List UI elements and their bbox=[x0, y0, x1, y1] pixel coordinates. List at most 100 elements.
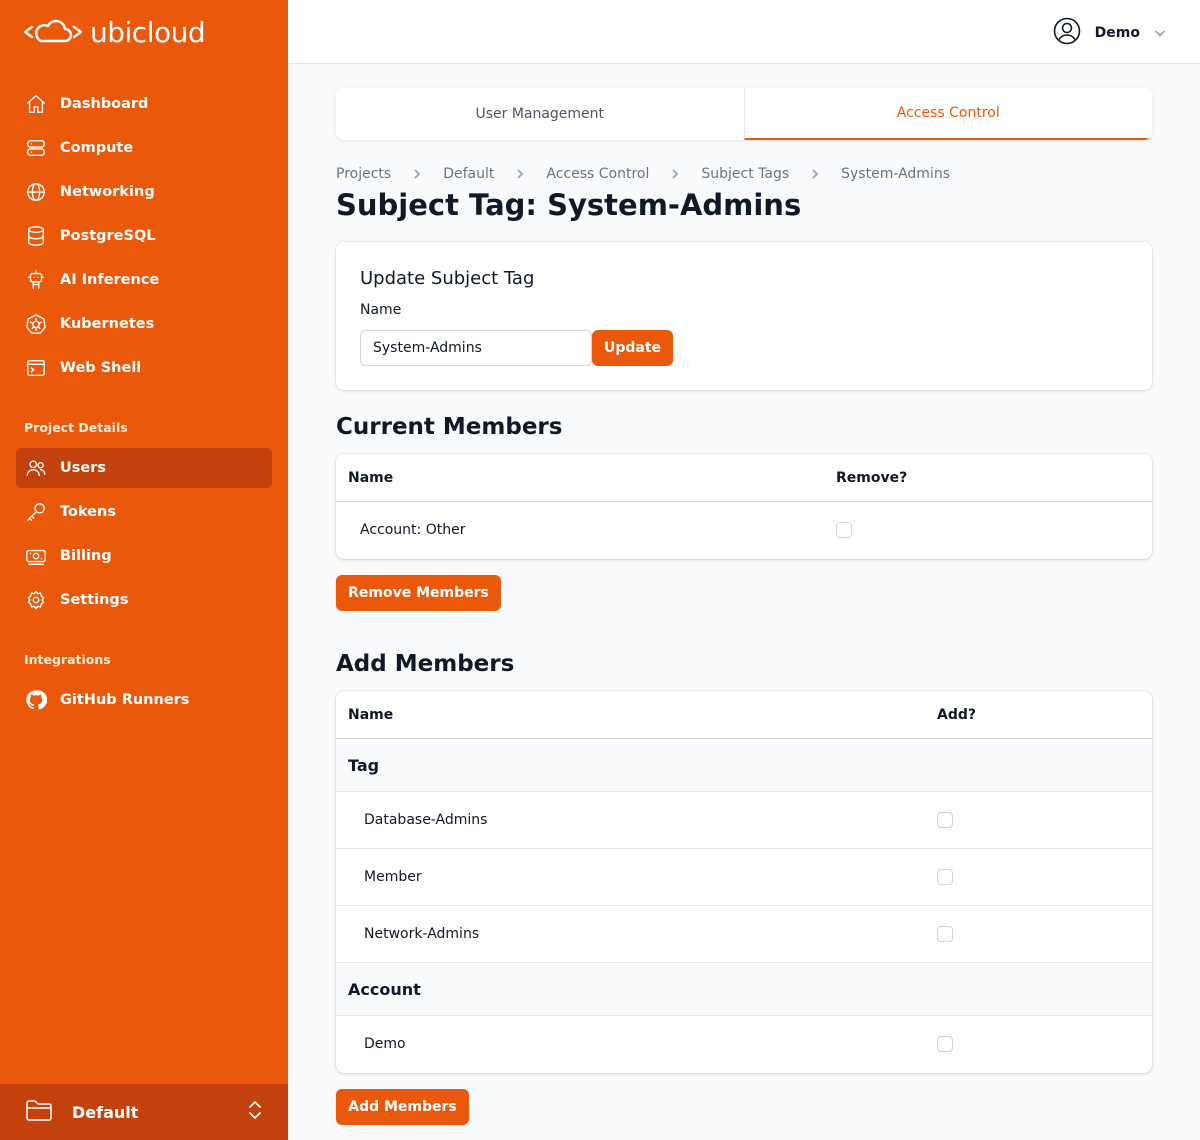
sidebar-item-ai-inference[interactable]: AI Inference bbox=[16, 260, 272, 300]
sidebar-item-tokens[interactable]: Tokens bbox=[16, 492, 272, 532]
table-row: Account: Other bbox=[336, 502, 1152, 558]
sidebar-item-networking[interactable]: Networking bbox=[16, 172, 272, 212]
group-label: Account bbox=[348, 979, 421, 999]
project-switcher[interactable]: Default bbox=[0, 1084, 288, 1140]
remove-members-button[interactable]: Remove Members bbox=[336, 575, 501, 611]
group-row-tag: Tag bbox=[336, 739, 1152, 792]
integrations-nav: GitHub Runners bbox=[16, 680, 272, 724]
member-name: Account: Other bbox=[360, 522, 466, 538]
sidebar-item-label: Web Shell bbox=[60, 360, 142, 376]
sidebar-item-label: Settings bbox=[60, 592, 129, 608]
column-header-name: Name bbox=[348, 469, 394, 486]
candidate-name: Demo bbox=[364, 1036, 406, 1052]
table-row: Network-Admins bbox=[336, 906, 1152, 963]
page-title: Subject Tag: System-Admins bbox=[336, 188, 802, 222]
add-checkbox[interactable] bbox=[937, 926, 953, 942]
column-header-remove: Remove? bbox=[836, 469, 908, 486]
sidebar-item-dashboard[interactable]: Dashboard bbox=[16, 84, 272, 124]
sidebar-item-label: Billing bbox=[60, 548, 112, 564]
sidebar-item-label: Tokens bbox=[60, 504, 116, 520]
kubernetes-icon bbox=[24, 312, 48, 336]
project-nav: Users Tokens Billing Settings bbox=[16, 448, 272, 624]
update-button[interactable]: Update bbox=[592, 330, 673, 366]
project-name: Default bbox=[72, 1102, 139, 1122]
terminal-icon bbox=[24, 356, 48, 380]
chevron-right-icon bbox=[494, 169, 546, 179]
table-row: Database-Admins bbox=[336, 792, 1152, 849]
topbar: Demo bbox=[288, 0, 1200, 64]
database-icon bbox=[24, 224, 48, 248]
breadcrumb-access-control[interactable]: Access Control bbox=[546, 166, 649, 182]
group-row-account: Account bbox=[336, 963, 1152, 1016]
chevron-right-icon bbox=[789, 169, 841, 179]
candidate-name: Database-Admins bbox=[364, 812, 488, 828]
column-header-name: Name bbox=[348, 706, 394, 723]
breadcrumb: Projects Default Access Control Subject … bbox=[336, 166, 950, 182]
chevron-up-down-icon bbox=[246, 1099, 264, 1125]
tab-user-management[interactable]: User Management bbox=[336, 88, 744, 140]
breadcrumb-system-admins[interactable]: System-Admins bbox=[841, 166, 950, 182]
table-row: Demo bbox=[336, 1016, 1152, 1072]
folder-icon bbox=[24, 1095, 54, 1129]
sidebar-item-web-shell[interactable]: Web Shell bbox=[16, 348, 272, 388]
candidate-name: Network-Admins bbox=[364, 926, 480, 942]
column-header-add: Add? bbox=[937, 706, 976, 723]
update-card-title: Update Subject Tag bbox=[360, 268, 535, 289]
key-icon bbox=[24, 500, 48, 524]
sidebar-item-label: GitHub Runners bbox=[60, 692, 190, 708]
current-members-table: Name Remove? Account: Other bbox=[336, 454, 1152, 559]
add-members-heading: Add Members bbox=[336, 651, 515, 677]
add-checkbox[interactable] bbox=[937, 869, 953, 885]
user-menu[interactable]: Demo bbox=[1053, 17, 1166, 49]
sidebar-item-label: AI Inference bbox=[60, 272, 160, 288]
candidate-name: Member bbox=[364, 869, 422, 885]
globe-icon bbox=[24, 180, 48, 204]
sidebar-item-settings[interactable]: Settings bbox=[16, 580, 272, 620]
sidebar-item-label: Dashboard bbox=[60, 96, 149, 112]
tab-bar: User Management Access Control bbox=[336, 88, 1152, 140]
home-icon bbox=[24, 92, 48, 116]
sidebar-item-postgresql[interactable]: PostgreSQL bbox=[16, 216, 272, 256]
update-subject-tag-card: Update Subject Tag Name Update bbox=[336, 242, 1152, 390]
sidebar-item-compute[interactable]: Compute bbox=[16, 128, 272, 168]
project-details-heading: Project Details bbox=[24, 420, 128, 435]
sidebar-item-label: Networking bbox=[60, 184, 155, 200]
sidebar-item-label: Compute bbox=[60, 140, 134, 156]
add-checkbox[interactable] bbox=[937, 812, 953, 828]
main-content: User Management Access Control Projects … bbox=[336, 88, 1152, 1125]
chevron-right-icon bbox=[649, 169, 701, 179]
breadcrumb-projects[interactable]: Projects bbox=[336, 166, 391, 182]
sidebar-item-label: Users bbox=[60, 460, 107, 476]
sidebar-item-github-runners[interactable]: GitHub Runners bbox=[16, 680, 272, 720]
breadcrumb-default[interactable]: Default bbox=[443, 166, 494, 182]
user-circle-icon bbox=[1053, 17, 1081, 49]
tab-access-control[interactable]: Access Control bbox=[743, 88, 1152, 140]
breadcrumb-subject-tags[interactable]: Subject Tags bbox=[701, 166, 789, 182]
group-label: Tag bbox=[348, 755, 380, 775]
table-row: Member bbox=[336, 849, 1152, 906]
brand-name: ubicloud bbox=[90, 15, 206, 49]
name-input[interactable] bbox=[360, 330, 592, 366]
sidebar-item-kubernetes[interactable]: Kubernetes bbox=[16, 304, 272, 344]
cloud-logo-icon bbox=[24, 19, 82, 43]
sidebar-item-billing[interactable]: Billing bbox=[16, 536, 272, 576]
name-label: Name bbox=[360, 302, 402, 318]
integrations-heading: Integrations bbox=[24, 652, 111, 667]
table-header: Name Remove? bbox=[336, 454, 1152, 502]
sidebar: ubicloud Dashboard Compute Networking Po… bbox=[0, 0, 288, 1140]
add-checkbox[interactable] bbox=[937, 1036, 953, 1052]
banknote-icon bbox=[24, 544, 48, 568]
remove-checkbox[interactable] bbox=[836, 522, 852, 538]
add-members-table: Name Add? Tag Database-Admins Member Net… bbox=[336, 691, 1152, 1073]
main-nav: Dashboard Compute Networking PostgreSQL … bbox=[16, 84, 272, 392]
users-icon bbox=[24, 456, 48, 480]
chevron-down-icon bbox=[1154, 24, 1166, 43]
current-members-heading: Current Members bbox=[336, 414, 563, 440]
sidebar-item-users[interactable]: Users bbox=[16, 448, 272, 488]
server-icon bbox=[24, 136, 48, 160]
ubicloud-logo[interactable]: ubicloud bbox=[24, 14, 206, 50]
gear-icon bbox=[24, 588, 48, 612]
add-members-button[interactable]: Add Members bbox=[336, 1089, 469, 1125]
robot-icon bbox=[24, 268, 48, 292]
user-name: Demo bbox=[1094, 25, 1140, 41]
